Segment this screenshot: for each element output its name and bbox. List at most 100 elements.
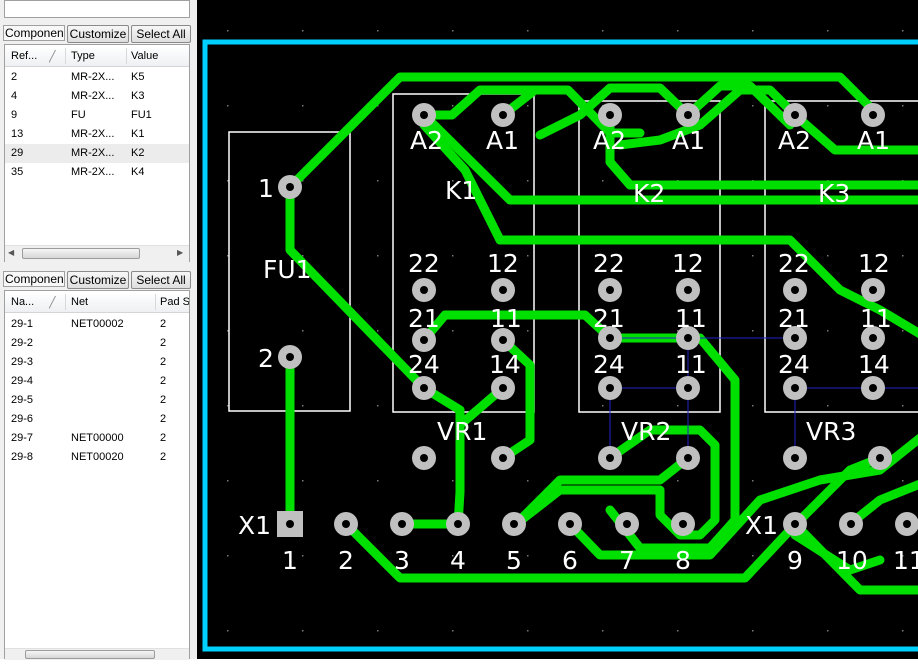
k2-22-label: 22 [593,249,625,278]
column-header-type[interactable]: Type [71,50,95,62]
scroll-thumb[interactable] [22,248,140,259]
k2-a1-label: A1 [672,126,705,155]
k3-14-label: 14 [858,350,890,379]
column-header-ref[interactable]: Ref... [11,50,41,62]
cell-ref: 13 [11,128,24,140]
k3-label: K3 [818,179,850,208]
header-pin-label: 2 [338,546,354,575]
cell-type: MR-2X... [71,90,115,102]
table-row[interactable]: 29-1 NET00002 2 [5,315,189,334]
k2-21-label: 21 [593,304,625,333]
cell-pad: 2 [160,375,167,387]
x1-label-right: X1 [745,511,778,540]
top-blank-frame [4,0,190,18]
pcb-board-canvas[interactable]: FU1 1 2 K1 K2 K3 A2 A1 A2 A1 A2 A1 22 12… [197,0,918,659]
cell-type: FU [71,109,86,121]
cell-value: FU1 [131,109,152,121]
customize-button[interactable]: Customize [67,25,129,43]
cell-type: MR-2X... [71,166,115,178]
header-pin-label: 11 [893,546,918,575]
k3-22-label: 22 [778,249,810,278]
header-pin-label: 6 [562,546,578,575]
pcb-layout[interactable]: FU1 1 2 K1 K2 K3 A2 A1 A2 A1 A2 A1 22 12… [197,0,918,659]
header-pin-label: 9 [787,546,803,575]
component-side-panel: Componen Customize Select All Ref... ╱ T… [0,0,197,660]
table-row[interactable]: 29-5 2 [5,391,189,410]
pads-tab[interactable]: Componen [3,271,65,287]
vr1-label: VR1 [437,417,487,446]
column-header-pad[interactable]: Pad S [160,296,189,308]
cell-ref: 29 [11,147,24,159]
cell-name: 29-6 [11,413,34,425]
cell-name: 29-3 [11,356,34,368]
table-row[interactable]: 29-3 2 [5,353,189,372]
k1-14-label: 14 [489,350,521,379]
header-pin-label: 10 [836,546,868,575]
column-header-name[interactable]: Na... [11,296,41,308]
cell-name: 29-4 [11,375,34,387]
scroll-left-icon[interactable]: ◀ [8,248,14,257]
components-hscrollbar[interactable]: ◀ ▶ [5,245,189,262]
select-all-button[interactable]: Select All [131,25,191,43]
k3-11-label: 11 [860,304,892,333]
header-pin-label: 5 [506,546,522,575]
table-row[interactable]: 13 MR-2X... K1 [5,125,189,144]
k1-a2-label: A2 [410,126,443,155]
scroll-right-icon[interactable]: ▶ [177,248,183,257]
table-row[interactable]: 29-6 2 [5,410,189,429]
sort-indicator-icon: ╱ [49,51,56,63]
cell-net: NET00000 [71,432,124,444]
k2-a2-label: A2 [593,126,626,155]
table-row[interactable]: 29-7 NET00000 2 [5,429,189,448]
table-row[interactable]: 35 MR-2X... K4 [5,163,189,182]
customize-button[interactable]: Customize [67,271,129,289]
cell-value: K5 [131,71,145,83]
cell-ref: 4 [11,90,18,102]
cell-pad: 2 [160,451,167,463]
cell-name: 29-8 [11,451,34,463]
k3-24-label: 24 [778,350,810,379]
cell-type: MR-2X... [71,128,115,140]
cell-name: 29-5 [11,394,34,406]
pads-hscrollbar[interactable] [5,648,189,660]
cell-net: NET00002 [71,318,124,330]
cell-pad: 2 [160,356,167,368]
table-row[interactable]: 29-2 2 [5,334,189,353]
table-row[interactable]: 9 FU FU1 [5,106,189,125]
column-header-value[interactable]: Value [131,50,158,62]
fu-pin1-label: 1 [258,174,274,203]
sort-indicator-icon: ╱ [49,297,56,309]
k3-a1-label: A1 [857,126,890,155]
cell-type: MR-2X... [71,71,115,83]
cell-pad: 2 [160,318,167,330]
k1-22-label: 22 [408,249,440,278]
column-header-net[interactable]: Net [71,296,88,308]
table-row[interactable]: 29-8 NET00020 2 [5,448,189,467]
fu-pin2-label: 2 [258,344,274,373]
k2-label: K2 [633,179,665,208]
k2-12-label: 12 [672,249,704,278]
components-tab[interactable]: Componen [3,25,65,41]
k3-12-label: 12 [858,249,890,278]
table-row[interactable]: 29-4 2 [5,372,189,391]
cell-name: 29-1 [11,318,34,330]
table-row[interactable]: 2 MR-2X... K5 [5,68,189,87]
k1-a1-label: A1 [486,126,519,155]
scroll-thumb[interactable] [25,650,155,659]
cell-value: K4 [131,166,145,178]
k1-11-label: 11 [490,304,522,333]
cell-name: 29-2 [11,337,34,349]
cell-value: K1 [131,128,145,140]
cell-type: MR-2X... [71,147,115,159]
cell-pad: 2 [160,337,167,349]
k2-24-label: 24 [593,350,625,379]
k3-a2-label: A2 [778,126,811,155]
k1-24-label: 24 [408,350,440,379]
header-pin-label: 1 [282,546,298,575]
table-row-selected[interactable]: 29 MR-2X... K2 [5,144,189,163]
header-pin-label: 8 [675,546,691,575]
table-row[interactable]: 4 MR-2X... K3 [5,87,189,106]
select-all-button[interactable]: Select All [131,271,191,289]
pads-grid-header: Na... ╱ Net Pad S [5,292,189,313]
x1-label: X1 [238,511,271,540]
